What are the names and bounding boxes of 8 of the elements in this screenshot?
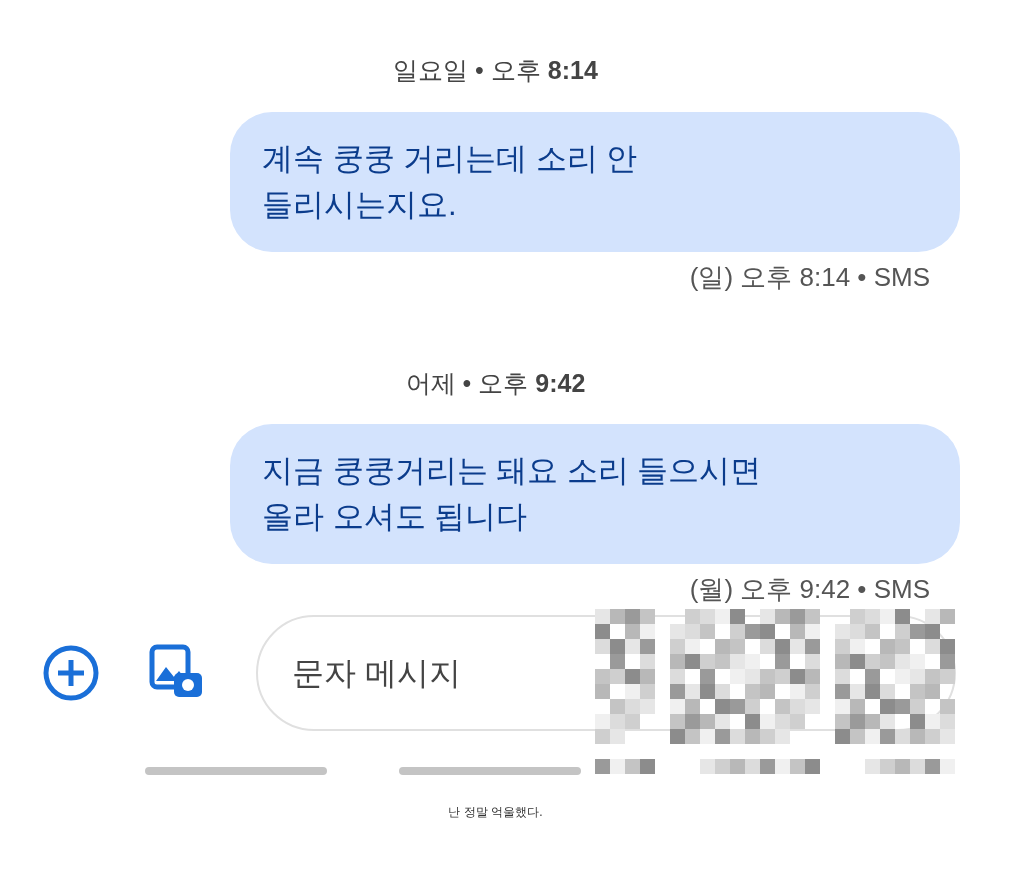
message-meta: (일) 오후 8:14 • SMS — [689, 260, 930, 294]
message-meta: (월) 오후 9:42 • SMS — [689, 573, 930, 606]
message-bubble: 지금 쿵쿵거리는 돼요 소리 들으시면 올라 오셔도 됩니다 — [230, 424, 960, 564]
message-bubble: 계속 쿵쿵 거리는데 소리 안 들리시는지요. — [230, 111, 960, 252]
date-header: 어제 • 오후 9:42 — [405, 367, 586, 399]
date-header: 일요일 • 오후 8:14 — [393, 55, 598, 86]
caption: 난 정말 억울했다. — [448, 804, 543, 821]
add-icon[interactable] — [42, 644, 100, 702]
